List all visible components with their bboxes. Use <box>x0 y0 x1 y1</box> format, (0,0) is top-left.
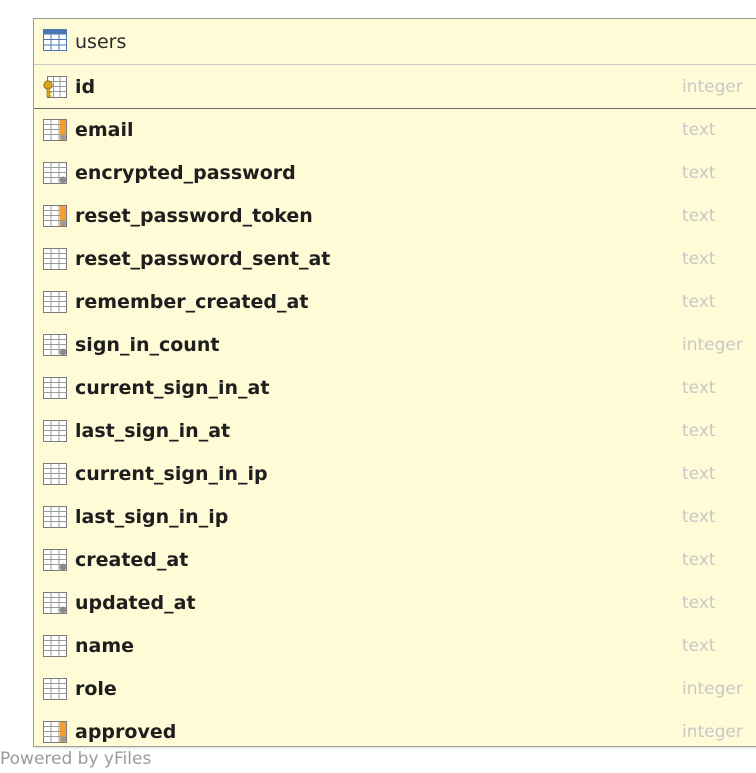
column-list: email text encrypted_password text reset_pas… <box>34 108 756 753</box>
column-type: text <box>682 635 716 656</box>
column-name: current_sign_in_ip <box>75 462 268 485</box>
column-row-email[interactable]: email text <box>34 108 756 151</box>
column-row-updated-at[interactable]: updated_at text <box>34 581 756 624</box>
column-name: name <box>75 634 135 657</box>
indexed-column-icon <box>43 204 67 227</box>
column-name: approved <box>75 720 177 743</box>
column-row-current-sign-in-at[interactable]: current_sign_in_at text <box>34 366 756 409</box>
column-type: integer <box>682 76 743 97</box>
column-name: remember_created_at <box>75 290 309 313</box>
column-name: last_sign_in_ip <box>75 505 229 528</box>
column-row-last-sign-in-at[interactable]: last_sign_in_at text <box>34 409 756 452</box>
nullable-column-icon <box>43 548 67 571</box>
column-type: integer <box>682 721 743 742</box>
column-type: integer <box>682 678 743 699</box>
column-row-approved[interactable]: approved integer <box>34 710 756 753</box>
table-header[interactable]: users <box>34 19 756 64</box>
column-type: text <box>682 549 716 570</box>
column-type: text <box>682 248 716 269</box>
users-table-node[interactable]: users id integer email text encrypted_pa… <box>33 18 756 747</box>
column-icon <box>43 247 67 270</box>
column-name: current_sign_in_at <box>75 376 270 399</box>
column-icon <box>43 290 67 313</box>
column-icon <box>43 419 67 442</box>
table-icon <box>43 28 67 55</box>
column-name: last_sign_in_at <box>75 419 231 442</box>
column-row-current-sign-in-ip[interactable]: current_sign_in_ip text <box>34 452 756 495</box>
primary-key-column-icon <box>43 75 67 98</box>
column-row-created-at[interactable]: created_at text <box>34 538 756 581</box>
column-name: created_at <box>75 548 189 571</box>
table-title: users <box>75 30 127 53</box>
column-row-id[interactable]: id integer <box>34 65 756 108</box>
column-name: sign_in_count <box>75 333 220 356</box>
column-icon <box>43 462 67 485</box>
powered-by-watermark: Powered by yFiles <box>0 749 152 769</box>
primary-key-section: id integer <box>34 64 756 109</box>
nullable-column-icon <box>43 333 67 356</box>
column-name: encrypted_password <box>75 161 296 184</box>
column-row-remember-created-at[interactable]: remember_created_at text <box>34 280 756 323</box>
column-type: integer <box>682 334 743 355</box>
column-row-reset-password-token[interactable]: reset_password_token text <box>34 194 756 237</box>
column-name: reset_password_token <box>75 204 313 227</box>
column-row-sign-in-count[interactable]: sign_in_count integer <box>34 323 756 366</box>
column-type: text <box>682 463 716 484</box>
column-type: text <box>682 420 716 441</box>
column-type: text <box>682 592 716 613</box>
column-row-encrypted-password[interactable]: encrypted_password text <box>34 151 756 194</box>
column-icon <box>43 677 67 700</box>
column-type: text <box>682 205 716 226</box>
column-name: role <box>75 677 117 700</box>
column-icon <box>43 505 67 528</box>
column-type: text <box>682 291 716 312</box>
nullable-column-icon <box>43 591 67 614</box>
column-name: reset_password_sent_at <box>75 247 331 270</box>
column-row-reset-password-sent-at[interactable]: reset_password_sent_at text <box>34 237 756 280</box>
column-type: text <box>682 506 716 527</box>
column-name: updated_at <box>75 591 196 614</box>
nullable-column-icon <box>43 161 67 184</box>
indexed-column-icon <box>43 118 67 141</box>
column-row-name[interactable]: name text <box>34 624 756 667</box>
column-name: id <box>75 75 96 98</box>
column-type: text <box>682 377 716 398</box>
column-name: email <box>75 118 134 141</box>
column-icon <box>43 376 67 399</box>
column-row-role[interactable]: role integer <box>34 667 756 710</box>
indexed-column-icon <box>43 720 67 743</box>
column-icon <box>43 634 67 657</box>
column-type: text <box>682 119 716 140</box>
column-type: text <box>682 162 716 183</box>
column-row-last-sign-in-ip[interactable]: last_sign_in_ip text <box>34 495 756 538</box>
